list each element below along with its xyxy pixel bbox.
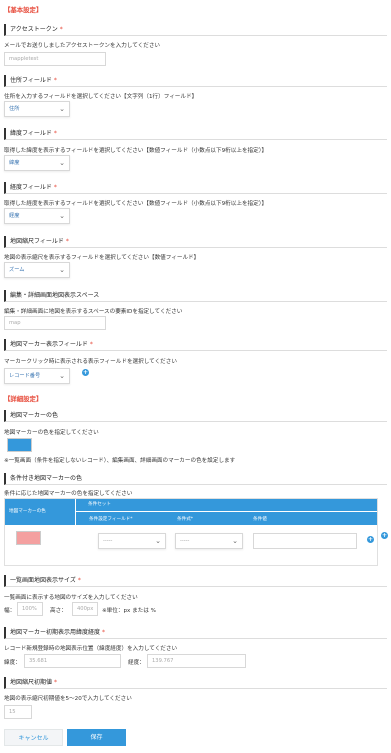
access-token-desc: メールでお送りしましたアクセストークンを入力してください	[4, 43, 161, 49]
address-field-select[interactable]: 住所 ⌄	[4, 101, 70, 117]
required-mark: *	[53, 130, 57, 137]
chevron-down-icon: ⌄	[232, 537, 238, 545]
latitude-field-value: 緯度	[9, 160, 20, 166]
init-position-desc: レコード新規登録時の地図表示位置（緯度経度）を入力してください	[4, 646, 178, 652]
column-condition-field-label: 条件設定フィールド	[89, 517, 131, 522]
width-input[interactable]: 100%	[17, 602, 43, 616]
required-mark: *	[59, 26, 63, 33]
unit-note: ※単位：px または %	[102, 608, 156, 614]
required-mark: *	[89, 341, 93, 348]
init-zoom-label: 地図縮尺初期値	[10, 679, 53, 686]
longitude-field-label: 経度フィールド	[10, 184, 52, 191]
marker-field-select[interactable]: レコード番号 ⌄	[4, 368, 70, 384]
detail-settings-title: 【詳細設定】	[4, 395, 43, 403]
required-mark: *	[65, 238, 69, 245]
marker-field-header: 地図マーカー表示フィールド *	[4, 339, 387, 351]
list-size-desc: 一覧画面に表示する地図のサイズを入力してください	[4, 595, 138, 601]
basic-settings-title: 【基本設定】	[4, 6, 43, 14]
save-button[interactable]: 保存	[67, 729, 126, 746]
edit-space-desc: 編集・詳細画面に地図を表示するスペースの要素IDを指定してください	[4, 309, 183, 315]
init-lng-input[interactable]: 139.767	[147, 654, 246, 668]
chevron-down-icon: ⌄	[155, 537, 161, 545]
column-operator-label: 条件式	[177, 517, 191, 522]
conditional-color-label: 条件付き地図マーカーの色	[10, 475, 83, 482]
edit-space-input[interactable]: map	[4, 316, 106, 330]
edit-space-header: 編集・詳細画面地図表示スペース	[4, 290, 387, 302]
width-label: 幅：	[4, 608, 16, 614]
required-mark: *	[130, 517, 133, 522]
chevron-down-icon: ⌄	[59, 266, 65, 274]
init-lat-label: 緯度：	[4, 660, 21, 666]
address-field-desc: 住所を入力するフィールドを選択してください【文字列（1行）フィールド】	[4, 94, 198, 100]
zoom-field-value: ズーム	[9, 267, 25, 273]
address-field-label: 住所フィールド	[10, 77, 52, 84]
latitude-field-header: 緯度フィールド *	[4, 128, 387, 140]
column-operator: 条件式*	[177, 516, 193, 522]
conditional-color-desc: 条件に応じた地図マーカーの色を指定してください	[4, 491, 133, 497]
longitude-field-value: 経度	[9, 213, 20, 219]
marker-field-label: 地図マーカー表示フィールド	[10, 341, 88, 348]
zoom-field-select[interactable]: ズーム ⌄	[4, 262, 70, 278]
edit-space-label: 編集・詳細画面地図表示スペース	[10, 292, 100, 299]
condition-value-input[interactable]	[253, 533, 357, 549]
list-size-header: 一覧画面地図表示サイズ *	[4, 575, 387, 587]
address-field-value: 住所	[9, 106, 20, 112]
required-mark: *	[102, 629, 106, 636]
marker-field-desc: マーカークリック時に表示される表示フィールドを選択してください	[4, 359, 177, 365]
longitude-field-select[interactable]: 経度 ⌄	[4, 208, 70, 224]
marker-color-label: 地図マーカーの色	[10, 412, 59, 419]
chevron-down-icon: ⌄	[59, 159, 65, 167]
marker-field-value: レコード番号	[9, 373, 41, 379]
condition-field-select[interactable]: ----- ⌄	[98, 533, 166, 549]
zoom-field-header: 地図縮尺フィールド *	[4, 236, 387, 248]
latitude-field-desc: 取得した緯度を表示するフィールドを選択してください【数値フィールド（小数点以下9…	[4, 148, 268, 154]
zoom-field-desc: 地図の表示縮尺を表示するフィールドを選択してください【数値フィールド】	[4, 255, 200, 261]
longitude-field-desc: 取得した経度を表示するフィールドを選択してください【数値フィールド（小数点以下9…	[4, 201, 268, 207]
condition-field-value: -----	[103, 538, 113, 544]
column-condition-set: 条件セット	[76, 499, 377, 511]
column-condition-value: 条件値	[253, 517, 267, 522]
chevron-down-icon: ⌄	[59, 212, 65, 220]
chevron-down-icon: ⌄	[59, 105, 65, 113]
longitude-field-header: 経度フィールド *	[4, 182, 387, 194]
condition-color-swatch[interactable]	[16, 531, 41, 545]
latitude-field-select[interactable]: 緯度 ⌄	[4, 155, 70, 171]
add-icon[interactable]: +	[82, 369, 89, 376]
init-zoom-header: 地図縮尺初期値 *	[4, 677, 387, 689]
access-token-header: アクセストークン *	[4, 24, 387, 36]
init-lat-input[interactable]: 35.681	[24, 654, 121, 668]
init-zoom-input[interactable]: 15	[4, 705, 32, 719]
init-position-header: 地図マーカー初期表示用緯度経度 *	[4, 627, 387, 639]
marker-color-swatch[interactable]	[7, 438, 32, 452]
required-mark: *	[54, 679, 58, 686]
marker-color-desc: 地図マーカーの色を指定してください	[4, 430, 99, 436]
column-condition-field: 条件設定フィールド*	[89, 516, 133, 522]
list-size-label: 一覧画面地図表示サイズ	[10, 577, 76, 584]
height-input[interactable]: 400px	[72, 602, 98, 616]
address-field-header: 住所フィールド *	[4, 75, 387, 87]
init-zoom-desc: 地図の表示縮尺初期値を5〜20で入力してください	[4, 696, 132, 702]
chevron-down-icon: ⌄	[59, 372, 65, 380]
access-token-input[interactable]: mappletest	[4, 52, 106, 66]
marker-color-header: 地図マーカーの色	[4, 410, 387, 422]
condition-operator-value: -----	[180, 538, 190, 544]
column-marker-color: 地図マーカーの色	[5, 499, 75, 525]
latitude-field-label: 緯度フィールド	[10, 130, 52, 137]
add-condition-icon[interactable]: +	[381, 532, 388, 539]
marker-color-note: ※一覧画面（条件を指定しないレコード）、編集画面、詳細画面のマーカーの色を設定し…	[4, 458, 236, 464]
init-lng-label: 経度：	[128, 660, 145, 666]
conditional-color-header: 条件付き地図マーカーの色	[4, 473, 387, 485]
required-mark: *	[53, 184, 57, 191]
add-row-icon[interactable]: +	[367, 536, 374, 543]
required-mark: *	[190, 517, 194, 522]
init-position-label: 地図マーカー初期表示用緯度経度	[10, 629, 101, 636]
required-mark: *	[77, 577, 81, 584]
required-mark: *	[53, 77, 57, 84]
condition-operator-select[interactable]: ----- ⌄	[175, 533, 243, 549]
zoom-field-label: 地図縮尺フィールド	[10, 238, 64, 245]
height-label: 高さ：	[50, 608, 67, 614]
cancel-button[interactable]: キャンセル	[4, 729, 63, 746]
access-token-label: アクセストークン	[10, 26, 58, 33]
